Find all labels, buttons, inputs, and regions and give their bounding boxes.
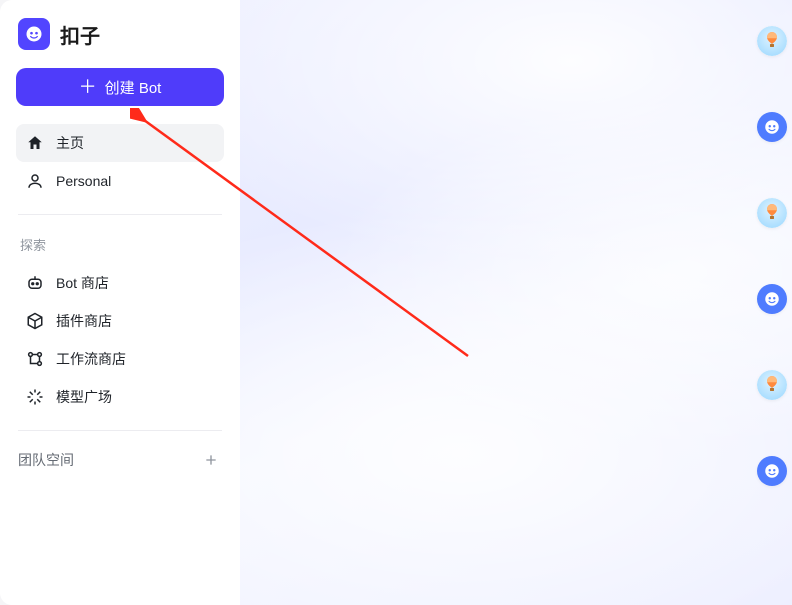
workflow-icon xyxy=(26,350,44,368)
divider xyxy=(18,214,222,215)
main-canvas xyxy=(240,0,792,605)
create-bot-label: 创建 Bot xyxy=(105,77,162,98)
sidebar-item-bot-store[interactable]: Bot 商店 xyxy=(16,264,224,302)
bot-avatar-icon[interactable] xyxy=(757,284,787,314)
spark-icon xyxy=(26,388,44,406)
balloon-avatar-icon[interactable] xyxy=(757,370,787,400)
brand-name: 扣子 xyxy=(60,20,100,49)
nav-explore: Bot 商店 插件商店 工作流商店 模型广场 xyxy=(16,264,224,416)
sidebar: 扣子 ＋ 创建 Bot 主页 Personal 探索 Bot 商店 xyxy=(0,0,240,605)
balloon-avatar-icon[interactable] xyxy=(757,26,787,56)
divider xyxy=(18,430,222,431)
sidebar-item-label: 插件商店 xyxy=(56,311,112,331)
team-space-title: 团队空间 xyxy=(18,450,74,470)
bot-avatar-icon[interactable] xyxy=(757,456,787,486)
add-team-space-button[interactable] xyxy=(200,449,222,471)
bot-avatar-icon[interactable] xyxy=(757,112,787,142)
balloon-avatar-icon[interactable] xyxy=(757,198,787,228)
brand-logo-icon xyxy=(18,18,50,50)
sidebar-item-workflow-store[interactable]: 工作流商店 xyxy=(16,340,224,378)
nav-primary: 主页 Personal xyxy=(16,124,224,200)
sidebar-item-label: Personal xyxy=(56,173,111,189)
cube-icon xyxy=(26,312,44,330)
floating-avatar-column xyxy=(752,0,792,605)
plus-icon: ＋ xyxy=(79,78,97,96)
plus-icon xyxy=(203,452,219,468)
sidebar-item-label: 工作流商店 xyxy=(56,349,126,369)
create-bot-button[interactable]: ＋ 创建 Bot xyxy=(16,68,224,106)
sidebar-item-label: Bot 商店 xyxy=(56,273,109,293)
sidebar-item-personal[interactable]: Personal xyxy=(16,162,224,200)
user-icon xyxy=(26,172,44,190)
sidebar-item-label: 模型广场 xyxy=(56,387,112,407)
explore-title: 探索 xyxy=(16,229,224,264)
bot-icon xyxy=(26,274,44,292)
sidebar-item-plugin-store[interactable]: 插件商店 xyxy=(16,302,224,340)
sidebar-item-label: 主页 xyxy=(56,133,84,153)
home-icon xyxy=(26,134,44,152)
sidebar-item-model-plaza[interactable]: 模型广场 xyxy=(16,378,224,416)
sidebar-item-home[interactable]: 主页 xyxy=(16,124,224,162)
brand: 扣子 xyxy=(16,14,224,68)
team-space-row: 团队空间 xyxy=(16,445,224,475)
